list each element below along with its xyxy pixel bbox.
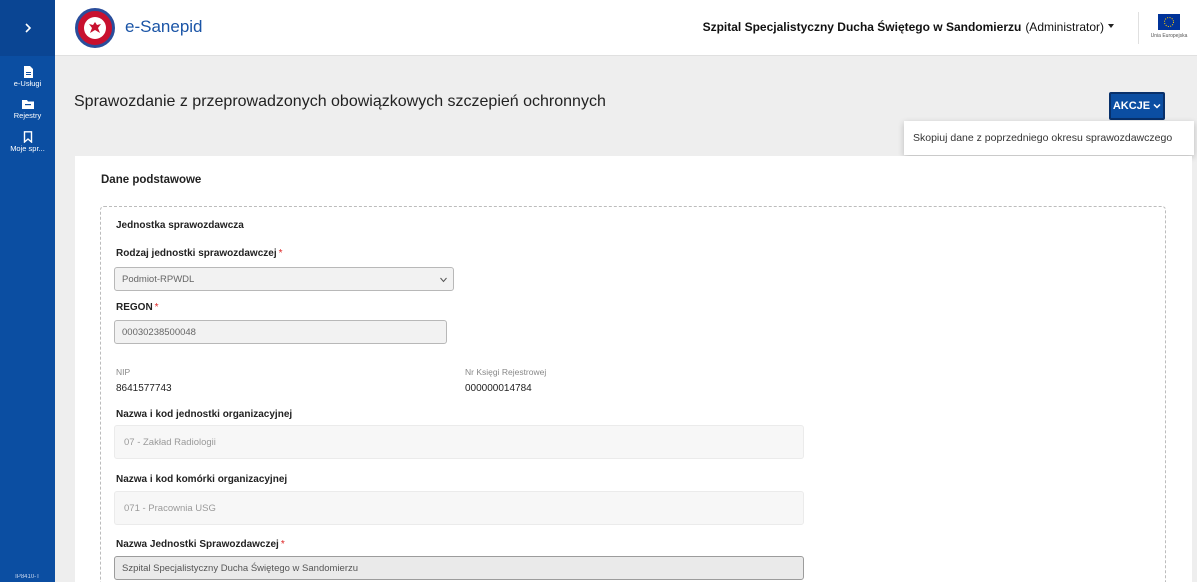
eu-emblem: Unia Europejska: [1149, 14, 1189, 39]
org-cell-value: 071 - Pracownia USG: [124, 502, 216, 514]
unit-type-label: Rodzaj jednostki sprawozdawczej *: [116, 248, 283, 259]
folder-icon: [21, 100, 34, 110]
reporting-unit-name-label-text: Nazwa Jednostki Sprawozdawczej: [116, 539, 279, 550]
regon-value: 00030238500048: [122, 326, 196, 338]
registry-book-label: Nr Księgi Rejestrowej: [465, 367, 547, 377]
regon-input[interactable]: 00030238500048: [114, 320, 447, 344]
reporting-unit-name-value: Szpital Specjalistyczny Ducha Świętego w…: [122, 562, 359, 574]
eu-flag-icon: [1158, 14, 1180, 30]
sidebar-toggle-button[interactable]: [0, 0, 55, 56]
brand-name[interactable]: e-Sanepid: [125, 17, 203, 37]
page-title: Sprawozdanie z przeprowadzonych obowiązk…: [74, 93, 606, 110]
chevron-down-icon: [440, 277, 447, 283]
unit-type-label-text: Rodzaj jednostki sprawozdawczej: [116, 248, 277, 259]
chevron-down-icon: [1153, 103, 1161, 109]
org-unit-label: Nazwa i kod jednostki organizacyjnej: [116, 409, 293, 420]
fieldset-title: Jednostka sprawozdawcza: [116, 220, 244, 231]
required-marker: *: [278, 248, 283, 259]
sidebar-item-moje-sprawy[interactable]: Moje spr...: [0, 130, 55, 153]
sidebar-item-label: Moje spr...: [10, 143, 45, 153]
org-cell-label: Nazwa i kod komórki organizacyjnej: [116, 474, 288, 485]
reporting-unit-fieldset: Jednostka sprawozdawcza Rodzaj jednostki…: [100, 206, 1166, 582]
eu-label: Unia Europejska: [1150, 33, 1188, 39]
org-unit-value: 07 - Zakład Radiologii: [124, 436, 216, 448]
top-header: e-Sanepid Szpital Specjalistyczny Ducha …: [55, 0, 1197, 56]
header-divider: [1138, 12, 1139, 44]
reporting-unit-name-input[interactable]: Szpital Specjalistyczny Ducha Świętego w…: [114, 556, 804, 580]
regon-label: REGON *: [116, 302, 159, 313]
nip-value: 8641577743: [116, 383, 172, 394]
reporting-unit-name-label: Nazwa Jednostki Sprawozdawczej *: [116, 539, 285, 550]
sidebar-item-e-uslugi[interactable]: e-Usługi: [0, 66, 55, 88]
registry-book-value: 000000014784: [465, 383, 532, 394]
nip-label: NIP: [116, 367, 131, 377]
bookmark-icon: [23, 130, 32, 143]
required-marker: *: [280, 539, 285, 550]
e-sanepid-logo[interactable]: [75, 8, 115, 48]
regon-label-text: REGON: [116, 302, 153, 313]
user-role: (Administrator): [1025, 20, 1104, 34]
sidebar-item-rejestry[interactable]: Rejestry: [0, 98, 55, 120]
document-icon: [23, 66, 33, 78]
organization-name: Szpital Specjalistyczny Ducha Świętego w…: [702, 20, 1022, 34]
org-unit-field[interactable]: 07 - Zakład Radiologii: [114, 425, 804, 459]
sidebar: e-Usługi Rejestry Moje spr... IP8410-T: [0, 0, 55, 582]
actions-menu-item-copy-previous[interactable]: Skopiuj dane z poprzedniego okresu spraw…: [904, 121, 1194, 155]
actions-button[interactable]: AKCJE: [1109, 92, 1165, 120]
required-marker: *: [154, 302, 159, 313]
unit-type-select[interactable]: Podmiot-RPWDL: [114, 267, 454, 291]
sidebar-item-label: e-Usługi: [13, 79, 42, 88]
eagle-icon: [84, 17, 106, 39]
org-cell-field[interactable]: 071 - Pracownia USG: [114, 491, 804, 525]
caret-down-icon[interactable]: [1108, 24, 1114, 28]
section-title: Dane podstawowe: [101, 174, 202, 186]
sidebar-item-label: Rejestry: [13, 111, 42, 121]
unit-type-value: Podmiot-RPWDL: [122, 273, 195, 285]
chevron-right-icon: [24, 23, 31, 33]
version-label: IP8410-T: [15, 574, 40, 580]
actions-button-label: AKCJE: [1112, 100, 1151, 112]
form-card: Dane podstawowe Jednostka sprawozdawcza …: [75, 156, 1192, 582]
organization-selector[interactable]: Szpital Specjalistyczny Ducha Świętego w…: [703, 20, 1104, 34]
